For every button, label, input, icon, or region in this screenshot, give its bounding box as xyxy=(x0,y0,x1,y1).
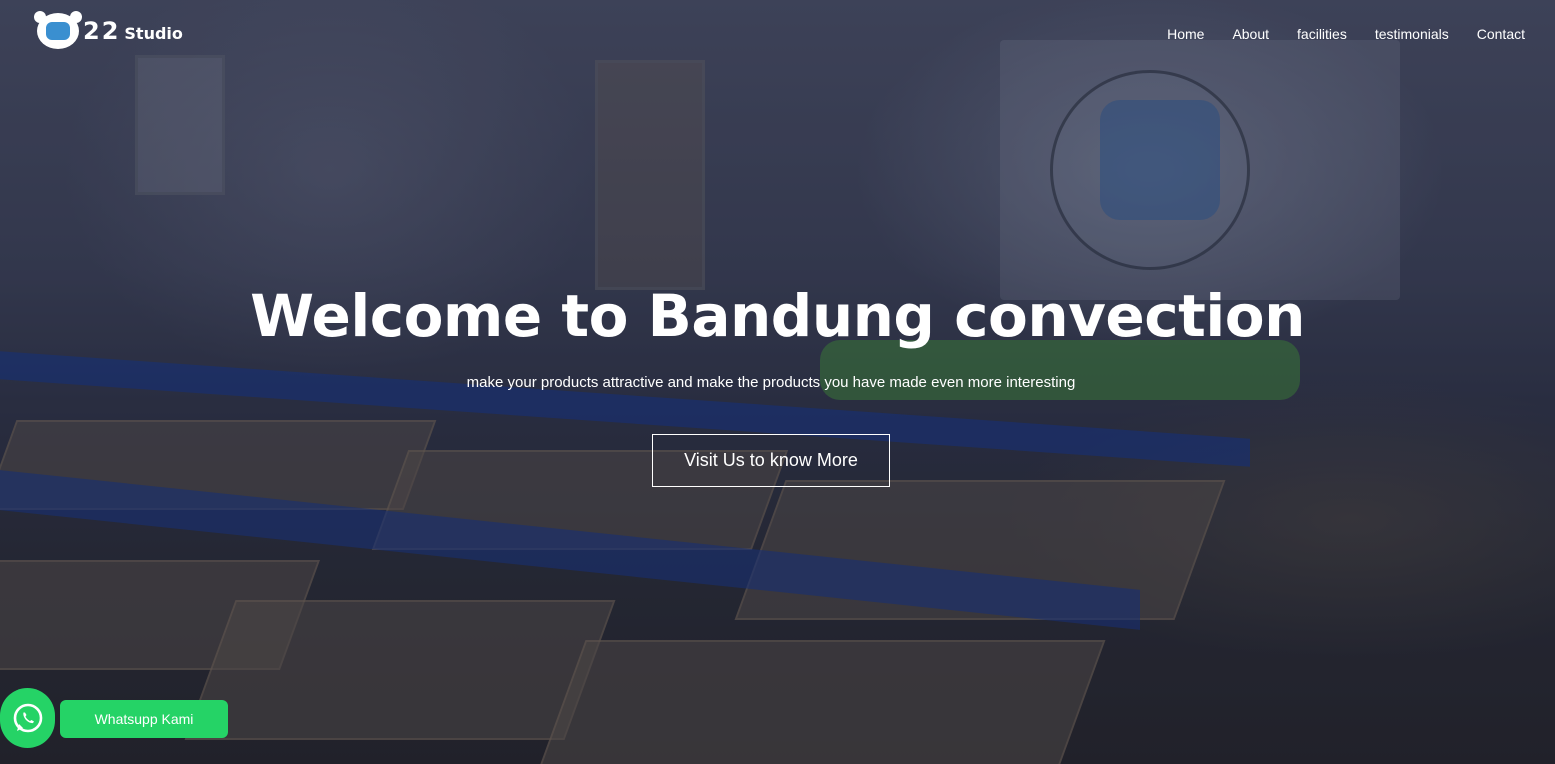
whatsapp-label[interactable]: Whatsupp Kami xyxy=(60,700,228,738)
hero-title: Welcome to Bandung convection xyxy=(250,282,1305,350)
whatsapp-icon xyxy=(13,703,42,733)
logo-bear-icon xyxy=(34,11,79,49)
nav-contact[interactable]: Contact xyxy=(1477,25,1525,43)
nav-facilities[interactable]: facilities xyxy=(1297,25,1347,43)
nav-testimonials[interactable]: testimonials xyxy=(1375,25,1449,43)
nav-about[interactable]: About xyxy=(1232,25,1269,43)
site-logo[interactable]: 22 Studio xyxy=(34,11,183,49)
whatsapp-button[interactable] xyxy=(0,688,55,748)
nav-home[interactable]: Home xyxy=(1167,25,1204,43)
logo-wordmark: Studio xyxy=(124,23,183,43)
hero-subtitle: make your products attractive and make t… xyxy=(466,374,1076,391)
main-nav: Home About facilities testimonials Conta… xyxy=(1167,25,1525,43)
logo-number: 22 xyxy=(83,17,121,45)
visit-us-button[interactable]: Visit Us to know More xyxy=(652,434,890,487)
